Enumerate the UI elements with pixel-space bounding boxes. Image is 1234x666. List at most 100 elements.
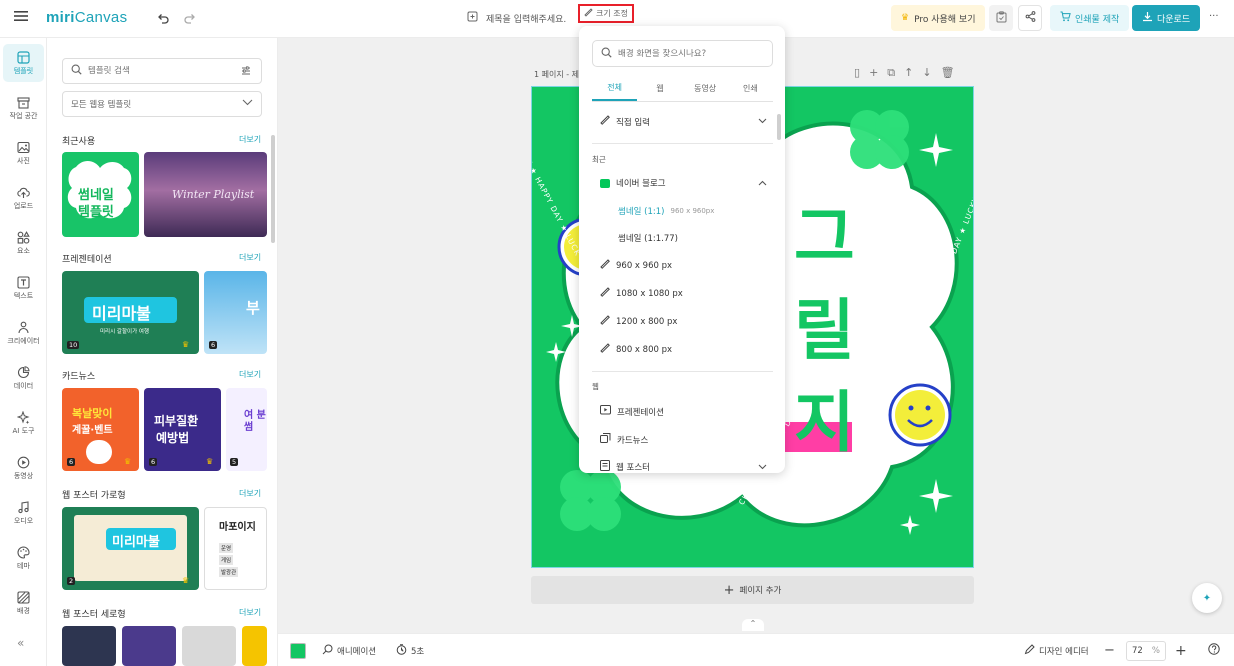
tab-print[interactable]: 인쇄 xyxy=(728,76,773,101)
template-search[interactable] xyxy=(62,58,262,84)
page-label[interactable]: 1 페이지 - 제 xyxy=(534,69,579,80)
template-thumb-winter-playlist[interactable]: Winter Playlist xyxy=(144,152,267,237)
custom-size-row[interactable]: 직접 입력 xyxy=(592,115,773,128)
template-thumb-portrait-4[interactable] xyxy=(242,626,267,666)
rail-item-theme[interactable]: 테마 xyxy=(3,539,44,577)
template-search-input[interactable] xyxy=(88,66,228,76)
template-thumb-presentation-1[interactable]: 미리마불 미리시 갈할이가 여행 10 ♛ xyxy=(62,271,199,354)
undo-icon[interactable] xyxy=(152,8,174,30)
delete-page-icon[interactable]: 🗑 xyxy=(941,66,955,80)
more-link-web-poster-landscape[interactable]: 더보기 xyxy=(239,488,261,499)
resize-button[interactable]: 크기 조정 xyxy=(578,4,634,23)
template-filter-select[interactable]: 모든 웹용 템플릿 xyxy=(62,91,262,117)
page-count-badge: 6 xyxy=(67,458,76,466)
design-text-2[interactable]: 릴 xyxy=(794,277,855,373)
redo-icon[interactable] xyxy=(179,8,201,30)
web-item-presentation[interactable]: 프레젠테이션 xyxy=(592,405,773,418)
thumb-text: 미리시 갈할이가 여행 xyxy=(100,329,150,335)
rail-item-audio[interactable]: 오디오 xyxy=(3,494,44,532)
rail-item-workspace[interactable]: 작업 공간 xyxy=(3,89,44,127)
more-options-button[interactable]: ··· xyxy=(1209,11,1219,22)
animation-button[interactable]: 애니메이션 xyxy=(322,634,376,666)
naver-option-1[interactable]: 썸네일 (1:1) 960 x 960px xyxy=(592,205,773,217)
print-order-button[interactable]: 인쇄물 제작 xyxy=(1050,5,1130,31)
move-down-icon[interactable]: ↓ xyxy=(922,66,931,80)
rail-item-elements[interactable]: 요소 xyxy=(3,224,44,262)
rail-item-video[interactable]: 동영상 xyxy=(3,449,44,487)
more-link-web-poster-portrait[interactable]: 더보기 xyxy=(239,607,261,618)
collapse-rail-icon[interactable]: « xyxy=(17,636,24,650)
design-text-1[interactable]: 그 xyxy=(794,184,855,280)
move-up-icon[interactable]: ↑ xyxy=(904,66,913,80)
rail-item-upload[interactable]: 업로드 xyxy=(3,179,44,217)
recent-size-1[interactable]: 960 x 960 px xyxy=(592,259,773,272)
web-item-poster[interactable]: 웹 포스터 xyxy=(592,460,773,473)
template-thumb-portrait-3[interactable] xyxy=(182,626,236,666)
filter-sliders-icon[interactable] xyxy=(241,66,251,79)
chevron-down-icon xyxy=(758,463,767,472)
design-text-3[interactable]: 지 xyxy=(794,369,855,465)
app-logo[interactable]: miri Canvas xyxy=(46,9,127,26)
template-thumb-poster-2[interactable]: 마포이지 운영 게임 발광관 xyxy=(204,507,267,590)
template-thumb-card-2[interactable]: 피부질환 예방법 6 ♛ xyxy=(144,388,221,471)
recent-size-3[interactable]: 1200 x 800 px xyxy=(592,315,773,328)
rail-item-text[interactable]: 텍스트 xyxy=(3,269,44,307)
page-note-icon[interactable]: ▯ xyxy=(854,66,860,80)
add-page-button[interactable]: + 페이지 추가 xyxy=(531,576,974,604)
design-editor-button[interactable]: 디자인 에디터 xyxy=(1024,634,1089,666)
background-color-swatch[interactable] xyxy=(290,642,306,659)
dropdown-scrollbar[interactable] xyxy=(777,114,781,140)
zoom-in-button[interactable]: + xyxy=(1175,634,1187,666)
rail-label: 텍스트 xyxy=(13,291,34,300)
panel-scrollbar[interactable] xyxy=(271,135,275,243)
rail-item-creator[interactable]: 크리에이터 xyxy=(3,314,44,352)
zoom-input[interactable]: 72 % xyxy=(1126,640,1166,661)
menu-icon[interactable] xyxy=(14,9,28,23)
download-button[interactable]: 다운로드 xyxy=(1132,5,1201,31)
template-thumb-thumbnail[interactable]: 썸네일 템플릿 xyxy=(62,152,139,237)
thumb-text: 여 분 썸 xyxy=(244,410,266,433)
template-thumb-presentation-2[interactable]: 부 6 xyxy=(204,271,267,354)
rail-item-ai-tools[interactable]: AI 도구 xyxy=(3,404,44,442)
size-search[interactable] xyxy=(592,40,773,67)
template-thumb-poster-1[interactable]: 미리마불 2 ♛ xyxy=(62,507,199,590)
help-button[interactable] xyxy=(1208,634,1220,666)
animation-label: 애니메이션 xyxy=(337,646,377,657)
template-thumb-portrait-2[interactable] xyxy=(122,626,176,666)
collapse-timeline-icon[interactable]: ⌃ xyxy=(742,619,764,631)
tab-all[interactable]: 전체 xyxy=(592,76,638,101)
pro-trial-button[interactable]: ♛ Pro 사용해 보기 xyxy=(891,5,986,31)
clipboard-icon xyxy=(996,10,1007,26)
more-link-presentation[interactable]: 더보기 xyxy=(239,252,261,263)
download-label: 다운로드 xyxy=(1157,14,1191,25)
section-title-presentation: 프레젠테이션 xyxy=(62,255,112,265)
recent-size-2[interactable]: 1080 x 1080 px xyxy=(592,287,773,300)
duration-button[interactable]: 5초 xyxy=(396,634,424,666)
template-thumb-portrait-1[interactable] xyxy=(62,626,116,666)
naver-blog-row[interactable]: 네이버 블로그 xyxy=(592,177,773,189)
tab-video[interactable]: 동영상 xyxy=(683,76,728,101)
rail-item-background[interactable]: 배경 xyxy=(3,584,44,622)
document-title[interactable]: 제목을 입력해주세요. xyxy=(486,12,566,25)
web-item-cardnews[interactable]: 카드뉴스 xyxy=(592,433,773,446)
recent-size-4[interactable]: 800 x 800 px xyxy=(592,343,773,356)
more-link-cardnews[interactable]: 더보기 xyxy=(239,369,261,380)
thumb-text: 운영 xyxy=(219,543,234,553)
share-button[interactable] xyxy=(1018,5,1042,31)
naver-blog-label: 네이버 블로그 xyxy=(616,179,666,189)
size-search-input[interactable] xyxy=(618,48,758,59)
more-link-recent[interactable]: 더보기 xyxy=(239,134,261,145)
tab-web[interactable]: 웹 xyxy=(637,76,682,101)
ai-assistant-button[interactable]: ✦ xyxy=(1192,583,1222,613)
template-thumb-card-3[interactable]: 여 분 썸 5 xyxy=(226,388,267,471)
template-thumb-card-1[interactable]: 복날맞이 계꿀·벤트 6 ♛ xyxy=(62,388,139,471)
zoom-out-button[interactable]: − xyxy=(1104,634,1115,666)
add-page-icon[interactable]: + xyxy=(869,66,878,80)
duplicate-page-icon[interactable]: ⧉ xyxy=(887,66,895,80)
crown-icon: ♛ xyxy=(206,457,214,466)
rail-item-data[interactable]: 데이터 xyxy=(3,359,44,397)
rail-item-template[interactable]: 템플릿 xyxy=(3,44,44,82)
naver-option-2[interactable]: 썸네일 (1:1.77) xyxy=(592,232,773,244)
save-status-button[interactable] xyxy=(989,5,1013,31)
rail-item-photo[interactable]: 사진 xyxy=(3,134,44,172)
